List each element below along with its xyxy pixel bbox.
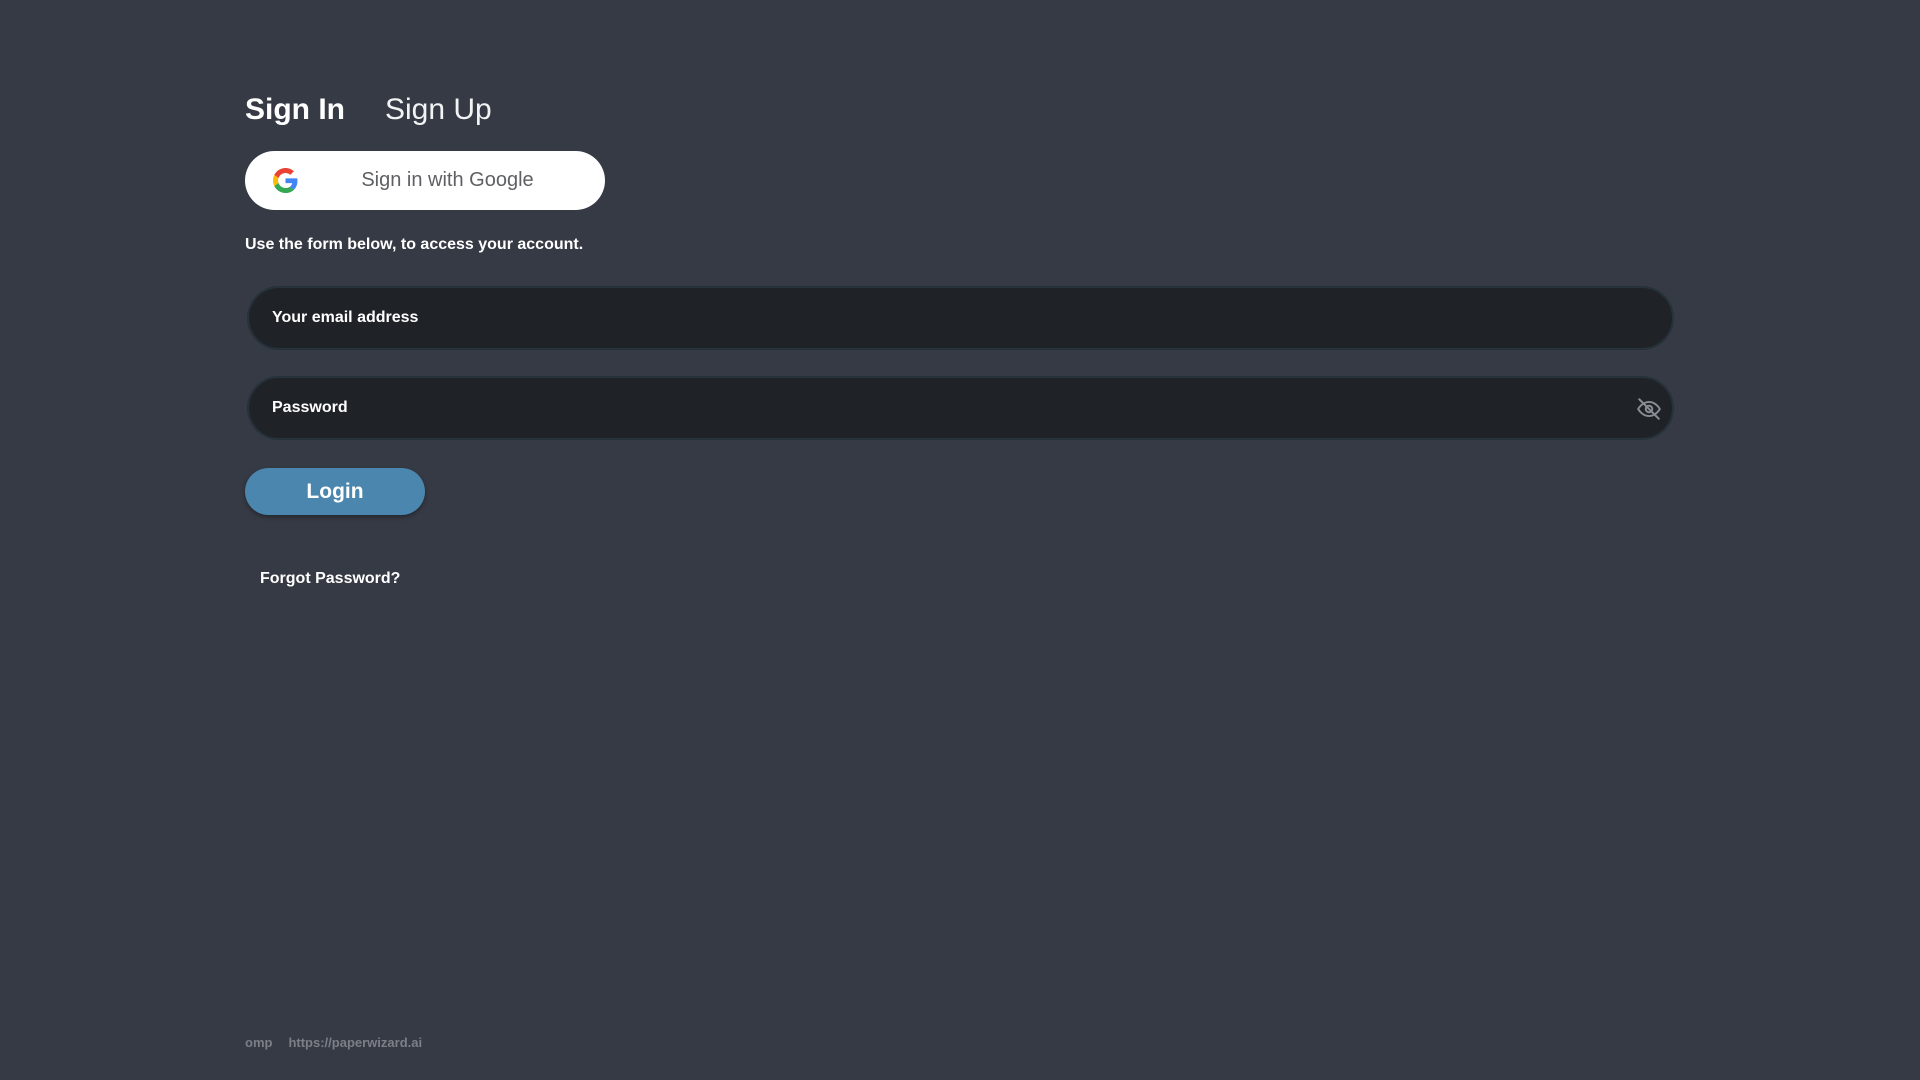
footer: omp https://paperwizard.ai [245, 1035, 422, 1050]
form-instructions: Use the form below, to access your accou… [245, 236, 584, 253]
email-placeholder: Your email address [272, 309, 419, 326]
login-button[interactable]: Login [245, 468, 425, 515]
eye-slash-icon[interactable] [1636, 396, 1662, 422]
footer-site-link[interactable]: https://paperwizard.ai [288, 1035, 422, 1050]
tab-sign-up[interactable]: Sign Up [385, 88, 492, 132]
tab-sign-in[interactable]: Sign In [245, 88, 345, 132]
password-field[interactable]: Password [248, 377, 1673, 439]
auth-page: Sign In Sign Up Sign in with Google Use … [245, 0, 1675, 1080]
google-sign-in-button[interactable]: Sign in with Google [245, 151, 605, 210]
password-placeholder: Password [272, 399, 348, 416]
auth-tabs: Sign In Sign Up [245, 88, 492, 132]
email-field[interactable]: Your email address [248, 287, 1673, 349]
forgot-password-link[interactable]: Forgot Password? [260, 570, 400, 588]
footer-omp-link[interactable]: omp [245, 1035, 272, 1050]
google-sign-in-label: Sign in with Google [361, 169, 534, 191]
